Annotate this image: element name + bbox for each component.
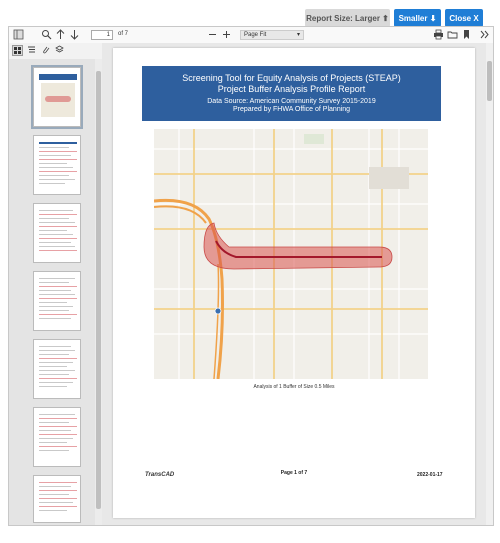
thumbnail-sidebar xyxy=(9,59,102,525)
footer-date: 2022-01-17 xyxy=(417,472,443,478)
page-thumbnail-5[interactable] xyxy=(33,339,81,399)
layers-icon[interactable] xyxy=(54,45,65,56)
more-icon[interactable] xyxy=(479,29,490,40)
report-title: Screening Tool for Equity Analysis of Pr… xyxy=(182,73,401,83)
document-scrollbar[interactable] xyxy=(486,43,493,525)
map-caption: Analysis of 1 Buffer of Size 0.5 Miles xyxy=(253,384,335,390)
zoom-out-icon[interactable] xyxy=(207,29,218,40)
page-thumbnail-1[interactable] xyxy=(31,65,83,129)
page-thumbnail-4[interactable] xyxy=(33,271,81,331)
page-thumbnail-7[interactable] xyxy=(33,475,81,523)
chevron-down-icon: ▾ xyxy=(296,32,300,38)
map-graphic xyxy=(154,129,428,379)
bookmark-icon[interactable] xyxy=(461,29,472,40)
arrow-up-icon[interactable] xyxy=(55,29,66,40)
document-scroll-thumb[interactable] xyxy=(487,61,492,101)
sidebar-tabs xyxy=(9,43,102,59)
folder-icon[interactable] xyxy=(447,29,458,40)
thumbnail-banner xyxy=(39,74,77,80)
document-area: Screening Tool for Equity Analysis of Pr… xyxy=(102,43,486,525)
arrow-down-icon[interactable] xyxy=(69,29,80,40)
thumbnail-map xyxy=(41,83,75,117)
close-button[interactable]: Close X xyxy=(445,9,483,27)
attachments-icon[interactable] xyxy=(40,45,51,56)
page-total-label: of 7 xyxy=(118,31,129,37)
sidebar-scroll-thumb[interactable] xyxy=(96,71,101,509)
report-page-1: Screening Tool for Equity Analysis of Pr… xyxy=(113,48,475,518)
zoom-select-value: Page Fit xyxy=(244,32,267,38)
smaller-button[interactable]: Smaller ⬇ xyxy=(394,9,441,27)
page-thumbnail-2[interactable] xyxy=(33,135,81,195)
search-icon[interactable] xyxy=(41,29,52,40)
page-thumbnail-6[interactable] xyxy=(33,407,81,467)
pdf-viewer: 1 of 7 Page Fit ▾ Screening Tool for Equ… xyxy=(8,26,494,526)
action-bar: Report Size: Larger ⬆ Smaller ⬇ Close X xyxy=(0,0,500,27)
print-icon[interactable] xyxy=(433,29,444,40)
thumbnails-icon[interactable] xyxy=(12,45,23,56)
zoom-in-icon[interactable] xyxy=(221,29,232,40)
viewer-toolbar: 1 of 7 Page Fit ▾ xyxy=(9,27,493,43)
sidebar-toggle-icon[interactable] xyxy=(13,29,24,40)
zoom-select[interactable]: Page Fit ▾ xyxy=(240,30,304,40)
report-size-larger-button[interactable]: Report Size: Larger ⬆ xyxy=(305,9,390,27)
page-thumbnail-3[interactable] xyxy=(33,203,81,263)
prepared-by-text: Prepared by FHWA Office of Planning xyxy=(232,106,351,113)
page-number-input[interactable]: 1 xyxy=(91,30,113,40)
data-source-text: Data Source: American Community Survey 2… xyxy=(207,98,376,105)
buffer-map xyxy=(154,129,428,379)
sidebar-scrollbar[interactable] xyxy=(95,59,102,525)
report-subtitle: Project Buffer Analysis Profile Report xyxy=(217,84,366,94)
outline-icon[interactable] xyxy=(26,45,37,56)
report-viewer-window: Report Size: Larger ⬆ Smaller ⬇ Close X … xyxy=(0,0,500,543)
report-banner: Screening Tool for Equity Analysis of Pr… xyxy=(142,66,441,121)
